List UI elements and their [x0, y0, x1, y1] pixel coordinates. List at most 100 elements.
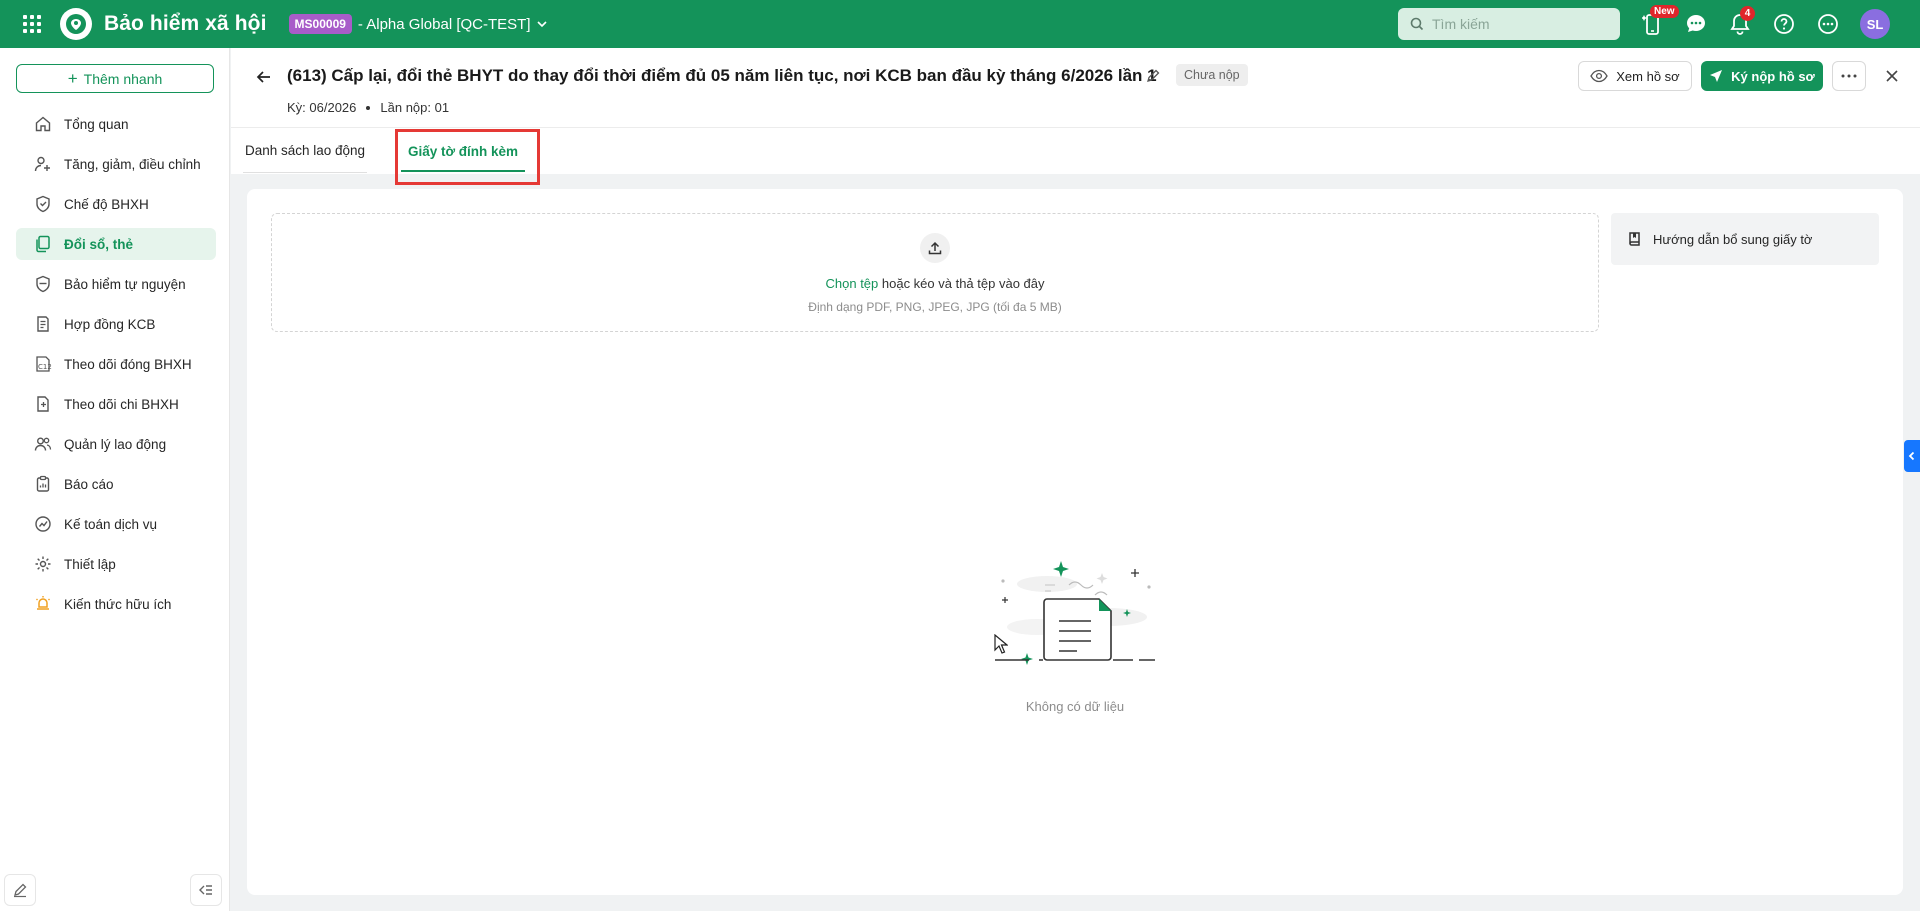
sidebar-item-label: Báo cáo	[64, 476, 114, 492]
sidebar-item-payout-tracking[interactable]: Theo dõi chi BHXH	[16, 388, 216, 420]
svg-text:C12: C12	[38, 363, 52, 371]
view-document-label: Xem hồ sơ	[1616, 68, 1680, 84]
sidebar-item-useful-knowledge[interactable]: Kiến thức hữu ích	[16, 588, 216, 620]
help-icon	[1774, 14, 1794, 34]
sidebar-item-settings[interactable]: Thiết lập	[16, 548, 216, 580]
edit-title-button[interactable]	[1145, 68, 1163, 86]
sign-submit-button[interactable]: Ký nộp hồ sơ	[1701, 61, 1823, 91]
collapse-sidebar-button[interactable]	[190, 874, 222, 906]
home-icon	[34, 115, 52, 133]
empty-state-text: Không có dữ liệu	[1025, 699, 1125, 714]
sidebar-item-label: Kiến thức hữu ích	[64, 596, 172, 612]
accounting-icon	[34, 515, 52, 533]
sidebar-item-kcb-contract[interactable]: Hợp đồng KCB	[16, 308, 216, 340]
separator-dot	[366, 105, 371, 110]
sidebar-item-label: Thiết lập	[64, 556, 116, 572]
search-input[interactable]	[1432, 16, 1612, 32]
sidebar-item-reports[interactable]: Báo cáo	[16, 468, 216, 500]
sidebar-item-label: Hợp đồng KCB	[64, 316, 156, 332]
submission-text: Lần nộp: 01	[380, 100, 450, 115]
sidebar-item-label: Chế độ BHXH	[64, 196, 149, 212]
more-horizontal-icon	[1841, 74, 1857, 78]
gear-icon	[34, 555, 52, 573]
upload-icon	[920, 233, 950, 263]
sidebar-item-label: Bảo hiểm tự nguyện	[64, 276, 186, 292]
sidebar-item-adjustments[interactable]: Tăng, giảm, điều chỉnh	[16, 148, 216, 180]
org-name: - Alpha Global [QC-TEST]	[357, 15, 531, 33]
notification-count-badge: 4	[1740, 6, 1755, 21]
sidebar-item-contribution-tracking[interactable]: C12 Theo dõi đóng BHXH	[16, 348, 216, 380]
sidebar: + Thêm nhanh Tổng quan Tăng, giảm, điều …	[0, 48, 230, 911]
collapse-left-icon	[199, 885, 212, 895]
sign-submit-label: Ký nộp hồ sơ	[1731, 68, 1815, 84]
tab-attachments[interactable]: Giấy tờ đính kèm	[401, 128, 525, 174]
choose-file-link[interactable]: Chọn tệp	[826, 276, 879, 291]
sidebar-item-voluntary-insurance[interactable]: Bảo hiểm tự nguyện	[16, 268, 216, 300]
status-badge: Chưa nộp	[1176, 64, 1248, 86]
mobile-app-button[interactable]: New	[1640, 5, 1679, 36]
sidebar-item-label: Đổi sổ, thẻ	[64, 236, 134, 252]
sidebar-nav: Tổng quan Tăng, giảm, điều chỉnh Chế độ …	[16, 108, 216, 628]
edit-menu-button[interactable]	[4, 874, 36, 906]
sidebar-item-label: Tổng quan	[64, 116, 129, 132]
drop-text: Chọn tệp hoặc kéo và thả tệp vào đây	[272, 276, 1598, 291]
period-text: Kỳ: 06/2026	[287, 100, 357, 115]
back-button[interactable]	[253, 66, 275, 88]
attachment-guide-button[interactable]: Hướng dẫn bổ sung giấy tờ	[1611, 213, 1879, 265]
plus-icon: +	[67, 69, 78, 88]
contract-icon	[34, 315, 52, 333]
shield-heart-icon	[34, 195, 52, 213]
more-apps-button[interactable]	[1816, 12, 1840, 36]
sidebar-item-accounting-service[interactable]: Kế toán dịch vụ	[16, 508, 216, 540]
sidebar-item-overview[interactable]: Tổng quan	[16, 108, 216, 140]
attachment-guide-label: Hướng dẫn bổ sung giấy tờ	[1653, 231, 1813, 247]
c12-icon: C12	[34, 355, 52, 373]
book-icon	[1629, 232, 1640, 246]
eye-icon	[1590, 69, 1609, 83]
users-icon	[34, 435, 52, 453]
user-avatar[interactable]: SL	[1860, 9, 1890, 39]
new-badge: New	[1650, 5, 1679, 18]
sidebar-item-label: Quản lý lao động	[64, 436, 167, 452]
pencil-icon	[1147, 69, 1160, 82]
cards-icon	[34, 235, 52, 253]
view-document-button[interactable]: Xem hồ sơ	[1578, 61, 1692, 91]
org-code-badge: MS00009	[288, 14, 352, 34]
pencil-icon	[14, 883, 27, 898]
search-icon	[1410, 17, 1424, 31]
page-title: (613) Cấp lại, đổi thẻ BHYT do thay đổi …	[287, 66, 1157, 85]
chevron-down-icon	[537, 21, 548, 28]
tab-employee-list[interactable]: Danh sách lao động	[243, 128, 367, 173]
close-icon	[1886, 70, 1898, 82]
app-logo	[60, 8, 92, 40]
help-button[interactable]	[1772, 12, 1796, 36]
app-title: Bảo hiểm xã hội	[104, 12, 267, 35]
file-dropzone[interactable]: Chọn tệp hoặc kéo và thả tệp vào đây Địn…	[271, 213, 1599, 332]
sidebar-item-card-exchange[interactable]: Đổi sổ, thẻ	[16, 228, 216, 260]
send-icon	[1710, 70, 1723, 82]
sidebar-item-labor-management[interactable]: Quản lý lao động	[16, 428, 216, 460]
expand-right-panel-button[interactable]	[1904, 440, 1920, 472]
sidebar-item-label: Kế toán dịch vụ	[64, 516, 158, 532]
close-button[interactable]	[1881, 65, 1903, 87]
apps-grid-icon[interactable]	[22, 14, 42, 34]
empty-state-illustration	[987, 529, 1167, 669]
attachments-panel: Chọn tệp hoặc kéo và thả tệp vào đây Địn…	[247, 189, 1903, 895]
search-box[interactable]	[1398, 8, 1620, 40]
sidebar-item-label: Theo dõi đóng BHXH	[64, 356, 192, 372]
user-adjust-icon	[34, 155, 52, 173]
chat-icon	[1687, 15, 1705, 32]
quick-add-button[interactable]: + Thêm nhanh	[16, 64, 214, 93]
drop-instruction: hoặc kéo và thả tệp vào đây	[878, 276, 1045, 291]
org-selector[interactable]: - Alpha Global [QC-TEST]	[358, 16, 549, 33]
file-format-hint: Định dạng PDF, PNG, JPEG, JPG (tối đa 5 …	[808, 300, 1062, 314]
sidebar-item-benefits[interactable]: Chế độ BHXH	[16, 188, 216, 220]
more-circle-icon	[1818, 14, 1838, 34]
document-money-icon	[34, 395, 52, 413]
notification-button[interactable]: 4	[1728, 6, 1755, 36]
more-actions-button[interactable]	[1832, 61, 1866, 91]
tab-bar: Danh sách lao động Giấy tờ đính kèm	[231, 128, 1920, 174]
sidebar-item-label: Theo dõi chi BHXH	[64, 396, 179, 412]
top-bar: Bảo hiểm xã hội MS00009 - Alpha Global […	[0, 0, 1920, 48]
chat-button[interactable]	[1684, 12, 1708, 36]
